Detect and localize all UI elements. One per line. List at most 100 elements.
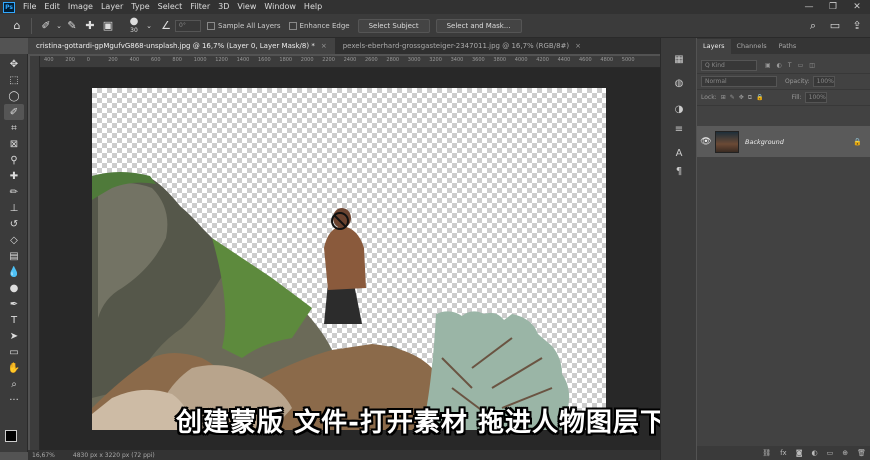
menu-edit[interactable]: Edit (40, 0, 64, 14)
type-tool-icon[interactable]: T (4, 312, 24, 328)
lock-image-icon[interactable]: ✎ (730, 94, 735, 101)
move-tool-icon[interactable]: ✥ (4, 56, 24, 72)
lock-artboard-icon[interactable]: ⧉ (748, 94, 752, 102)
properties-panel-icon[interactable]: ≡ (671, 124, 687, 138)
zoom-tool-icon[interactable]: ⌕ (4, 376, 24, 392)
share-icon[interactable]: ⇪ (848, 17, 866, 35)
menu-file[interactable]: File (19, 0, 40, 14)
chevron-down-icon[interactable]: ⌄ (145, 17, 153, 35)
separator (31, 17, 32, 34)
select-subject-button[interactable]: Select Subject (357, 18, 430, 33)
search-icon[interactable]: ⌕ (804, 17, 822, 35)
lasso-tool-icon[interactable]: ◯ (4, 88, 24, 104)
libraries-panel-icon[interactable]: ◍ (671, 78, 687, 92)
learn-panel-icon[interactable]: ▦ (671, 54, 687, 68)
filter-smart-object-icon[interactable]: ◫ (809, 62, 815, 69)
healing-brush-tool-icon[interactable]: ✚ (4, 168, 24, 184)
tab-pexels-eberhard[interactable]: pexels-eberhard-grossgasteiger-2347011.j… (335, 38, 589, 54)
gradient-tool-icon[interactable]: ▤ (4, 248, 24, 264)
delete-layer-icon[interactable]: 🗑 (857, 449, 866, 457)
filter-pixel-icon[interactable]: ▣ (765, 62, 771, 69)
brush-size-picker[interactable]: ● 30 (123, 17, 145, 35)
add-mask-icon[interactable]: ◙ (796, 449, 803, 457)
dodge-tool-icon[interactable]: ● (4, 280, 24, 296)
layer-kind-filter[interactable]: Q Kind (701, 60, 757, 71)
canvas-area[interactable] (40, 68, 660, 450)
filter-shape-icon[interactable]: ▭ (798, 62, 804, 69)
tab-layers[interactable]: Layers (697, 39, 731, 54)
adjustments-panel-icon[interactable]: ◑ (671, 104, 687, 118)
ruler-tick: 3600 (472, 57, 485, 63)
brush-tool-icon[interactable]: ✏ (4, 184, 24, 200)
path-selection-tool-icon[interactable]: ➤ (4, 328, 24, 344)
document-tabs: cristina-gottardi-gpMgufvG868-unsplash.j… (28, 38, 660, 54)
enhance-edge-checkbox[interactable]: Enhance Edge (288, 21, 350, 30)
menu-image[interactable]: Image (64, 0, 97, 14)
frame-tool-icon[interactable]: ⊠ (4, 136, 24, 152)
opacity-label: Opacity: (785, 78, 810, 85)
pen-tool-icon[interactable]: ✒ (4, 296, 24, 312)
character-panel-icon[interactable]: A (671, 148, 687, 162)
marquee-tool-icon[interactable]: ⬚ (4, 72, 24, 88)
lock-label: Lock: (701, 94, 717, 101)
hand-tool-icon[interactable]: ✋ (4, 360, 24, 376)
blend-mode-select[interactable]: Normal (701, 76, 777, 87)
quick-selection-tool-icon[interactable]: ✐ (4, 104, 24, 120)
menu-layer[interactable]: Layer (97, 0, 127, 14)
opacity-field[interactable]: 100% (812, 76, 835, 87)
document-canvas[interactable] (92, 88, 606, 430)
workspace-icon[interactable]: ▭ (826, 17, 844, 35)
layer-filter-row: Q Kind ▣ ◐ T ▭ ◫ (697, 58, 870, 74)
menu-filter[interactable]: Filter (186, 0, 214, 14)
menu-help[interactable]: Help (300, 0, 326, 14)
menu-select[interactable]: Select (154, 0, 187, 14)
chevron-down-icon[interactable]: ⌄ (55, 17, 63, 35)
lock-all-icon[interactable]: 🔒 (756, 94, 763, 101)
tab-paths[interactable]: Paths (773, 39, 803, 54)
menu-type[interactable]: Type (127, 0, 153, 14)
subtract-from-selection-icon[interactable]: ▣ (99, 17, 117, 35)
menu-view[interactable]: View (233, 0, 260, 14)
eyedropper-tool-icon[interactable]: ⚲ (4, 152, 24, 168)
angle-field[interactable]: 0° (175, 19, 201, 32)
close-tab-icon[interactable]: × (575, 38, 581, 54)
new-layer-icon[interactable]: ⊕ (842, 449, 848, 457)
clone-stamp-tool-icon[interactable]: ⊥ (4, 200, 24, 216)
new-selection-icon[interactable]: ✎ (63, 17, 81, 35)
photoshop-window: Ps File Edit Image Layer Type Select Fil… (0, 0, 870, 460)
zoom-level[interactable]: 16,67% (32, 452, 55, 459)
restore-button[interactable]: ❐ (822, 0, 844, 14)
select-and-mask-button[interactable]: Select and Mask... (435, 18, 522, 33)
photoshop-logo-icon: Ps (3, 1, 15, 13)
adjustment-layer-icon[interactable]: ◐ (812, 449, 818, 457)
lock-position-icon[interactable]: ✥ (739, 94, 744, 101)
quick-selection-tool-preset-icon[interactable]: ✐ (37, 17, 55, 35)
filter-adjustment-icon[interactable]: ◐ (777, 62, 782, 69)
paragraph-panel-icon[interactable]: ¶ (671, 166, 687, 180)
close-window-button[interactable]: ✕ (846, 0, 868, 14)
eraser-tool-icon[interactable]: ◇ (4, 232, 24, 248)
rectangle-tool-icon[interactable]: ▭ (4, 344, 24, 360)
menu-3d[interactable]: 3D (214, 0, 233, 14)
tab-cristina-gottardi[interactable]: cristina-gottardi-gpMgufvG868-unsplash.j… (28, 38, 335, 54)
layer-row-background[interactable]: 👁 Background 🔒 (697, 126, 870, 157)
blur-tool-icon[interactable]: 💧 (4, 264, 24, 280)
layer-style-icon[interactable]: fx (780, 449, 787, 457)
filter-type-icon[interactable]: T (788, 62, 792, 69)
lock-transparent-icon[interactable]: ⊞ (721, 94, 726, 101)
minimize-button[interactable]: — (798, 0, 820, 14)
menu-bar: Ps File Edit Image Layer Type Select Fil… (0, 0, 870, 14)
fill-field[interactable]: 100% (804, 92, 827, 103)
link-layers-icon[interactable]: ⛓ (762, 449, 771, 457)
new-group-icon[interactable]: ▭ (827, 449, 834, 457)
history-brush-tool-icon[interactable]: ↺ (4, 216, 24, 232)
add-to-selection-icon[interactable]: ✚ (81, 17, 99, 35)
home-icon[interactable]: ⌂ (8, 17, 26, 35)
ruler-tick: 0 (86, 57, 90, 63)
crop-tool-icon[interactable]: ⌗ (4, 120, 24, 136)
menu-window[interactable]: Window (260, 0, 300, 14)
eye-icon[interactable]: 👁 (697, 137, 715, 147)
close-tab-icon[interactable]: × (321, 38, 327, 54)
sample-all-layers-checkbox[interactable]: Sample All Layers (207, 21, 281, 30)
tab-channels[interactable]: Channels (731, 39, 773, 54)
